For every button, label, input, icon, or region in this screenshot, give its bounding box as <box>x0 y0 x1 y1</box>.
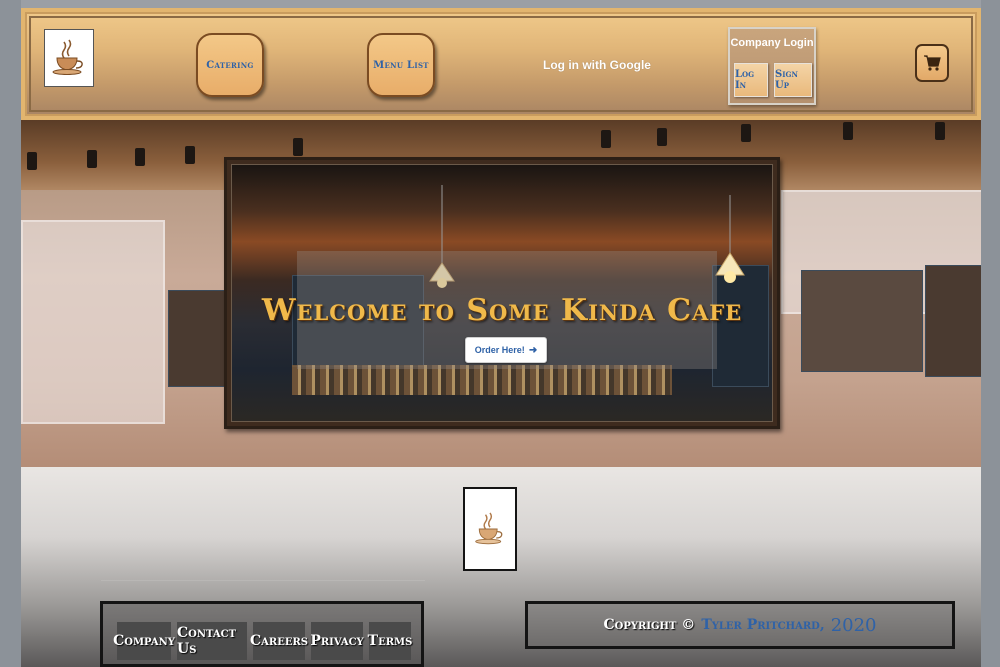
login-button[interactable]: Log In <box>734 63 768 97</box>
hero-window-left <box>21 220 165 424</box>
order-here-label: Order Here! <box>474 345 525 355</box>
copyright-name: Tyler Pritchard, <box>701 617 825 633</box>
footer-link-company[interactable]: Company <box>113 622 175 660</box>
site-header: Catering Menu List Log in with Google Co… <box>21 8 981 120</box>
copyright-year: 2020 <box>830 614 877 636</box>
footer-divider <box>101 580 425 581</box>
footer-link-privacy[interactable]: Privacy <box>310 622 364 660</box>
track-light-icon <box>135 148 145 166</box>
hero-chalkboard-right <box>801 270 923 372</box>
track-light-icon <box>185 146 195 164</box>
track-light-icon <box>843 122 853 140</box>
track-light-icon <box>293 138 303 156</box>
arrow-right-icon: ➜ <box>528 344 538 356</box>
nav-catering-button[interactable]: Catering <box>196 33 264 97</box>
cart-button[interactable] <box>915 44 949 82</box>
hero-chalkboard-far-right <box>925 265 981 377</box>
site-logo[interactable] <box>44 29 94 87</box>
footer-link-careers[interactable]: Careers <box>250 622 308 660</box>
site-footer: Company Contact Us Careers Privacy Terms… <box>21 467 981 667</box>
order-here-button[interactable]: Order Here! ➜ <box>465 337 547 363</box>
page: Catering Menu List Log in with Google Co… <box>21 0 981 667</box>
track-light-icon <box>657 128 667 146</box>
footer-links-box: Company Contact Us Careers Privacy Terms <box>100 601 424 667</box>
footer-logo[interactable] <box>463 487 517 571</box>
track-light-icon <box>935 122 945 140</box>
copyright-box: Copyright © Tyler Pritchard, 2020 <box>525 601 955 649</box>
track-light-icon <box>87 150 97 168</box>
company-login-title: Company Login <box>730 37 814 49</box>
nav-catering-label: Catering <box>206 59 254 71</box>
coffee-cup-icon <box>475 512 503 545</box>
header-border <box>29 16 973 112</box>
hero-image: Welcome to Some Kinda Cafe Order Here! ➜ <box>231 164 773 422</box>
copyright-label: Copyright © <box>603 617 696 633</box>
nav-menu-list-label: Menu List <box>373 59 429 71</box>
track-light-icon <box>741 124 751 142</box>
hero-card: Welcome to Some Kinda Cafe Order Here! ➜ <box>224 157 780 429</box>
signup-button[interactable]: Sign Up <box>774 63 812 97</box>
track-light-icon <box>601 130 611 148</box>
hero-chalkboard-left <box>168 290 225 387</box>
google-login-link[interactable]: Log in with Google <box>543 58 651 72</box>
signup-button-label: Sign Up <box>775 69 798 91</box>
company-login-panel: Company Login Log In Sign Up <box>728 27 816 105</box>
track-light-icon <box>27 152 37 170</box>
shopping-cart-icon <box>924 55 941 71</box>
footer-link-contact-us[interactable]: Contact Us <box>177 622 247 660</box>
bar-shelf-decor <box>292 365 672 395</box>
coffee-cup-icon <box>52 39 83 75</box>
nav-menu-list-button[interactable]: Menu List <box>367 33 435 97</box>
login-button-label: Log In <box>735 69 755 91</box>
footer-link-terms[interactable]: Terms <box>368 622 412 660</box>
hero-title: Welcome to Some Kinda Cafe <box>261 293 743 329</box>
